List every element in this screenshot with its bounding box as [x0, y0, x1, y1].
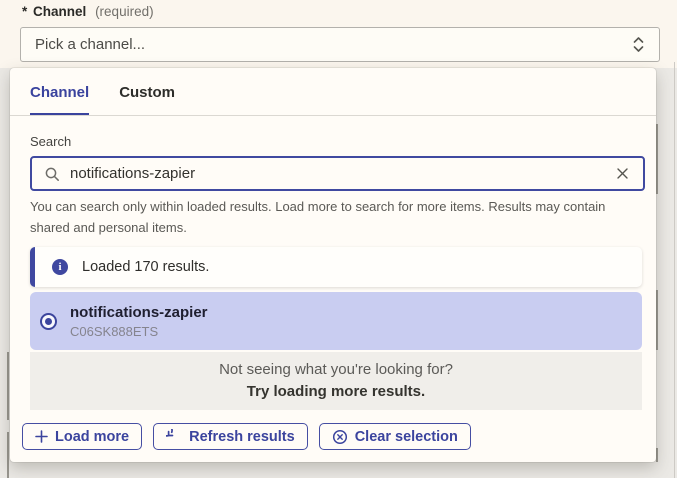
- channel-select-placeholder: Pick a channel...: [35, 36, 145, 53]
- background-field-edge: [656, 124, 658, 194]
- tab-bar: Channel Custom: [30, 68, 205, 116]
- channel-option-selected[interactable]: notifications-zapier C06SK888ETS: [30, 292, 642, 350]
- clear-selection-button[interactable]: Clear selection: [319, 423, 471, 450]
- background-field-edge: [674, 62, 675, 478]
- tab-divider: [10, 115, 656, 116]
- field-name: Channel: [33, 4, 86, 19]
- option-text: notifications-zapier C06SK888ETS: [70, 304, 208, 339]
- search-clear-button[interactable]: [614, 165, 631, 182]
- hint-action[interactable]: Try loading more results.: [30, 383, 642, 400]
- refresh-results-button[interactable]: Refresh results: [153, 423, 308, 450]
- close-icon: [616, 167, 629, 180]
- hint-question: Not seeing what you're looking for?: [30, 361, 642, 378]
- load-more-hint: Not seeing what you're looking for? Try …: [30, 352, 642, 410]
- load-more-button[interactable]: Load more: [22, 423, 142, 450]
- option-id: C06SK888ETS: [70, 324, 208, 339]
- search-label: Search: [30, 134, 71, 149]
- x-circle-icon: [332, 429, 348, 445]
- info-banner-text: Loaded 170 results.: [82, 259, 209, 275]
- search-help-text: You can search only within loaded result…: [30, 196, 630, 238]
- action-button-row: Load more Refresh results Clear selectio…: [22, 423, 482, 450]
- tab-channel[interactable]: Channel: [30, 68, 89, 116]
- option-name: notifications-zapier: [70, 304, 208, 321]
- slack-channel-picker-screen: * Channel (required) Pick a channel... C…: [0, 0, 677, 478]
- channel-field-label: * Channel (required): [22, 4, 154, 19]
- plus-icon: [35, 430, 48, 443]
- info-banner: i Loaded 170 results.: [30, 247, 642, 287]
- tab-custom[interactable]: Custom: [119, 68, 175, 116]
- search-input-wrapper: [30, 156, 645, 191]
- search-input[interactable]: [70, 165, 614, 182]
- radio-selected-icon[interactable]: [40, 313, 57, 330]
- refresh-icon: [166, 429, 182, 445]
- required-text: (required): [95, 4, 154, 19]
- background-field-edge: [656, 290, 658, 350]
- background-field-edge: [7, 432, 9, 478]
- up-down-chevron-icon: [632, 36, 645, 53]
- required-asterisk: *: [22, 4, 27, 19]
- info-icon: i: [52, 259, 68, 275]
- background-field-edge: [656, 448, 658, 462]
- search-icon: [44, 166, 60, 182]
- channel-select[interactable]: Pick a channel...: [20, 27, 660, 62]
- info-banner-accent-bar: [30, 247, 35, 287]
- background-field-edge: [7, 352, 9, 420]
- channel-dropdown-panel: Channel Custom Search You can search onl…: [10, 68, 656, 462]
